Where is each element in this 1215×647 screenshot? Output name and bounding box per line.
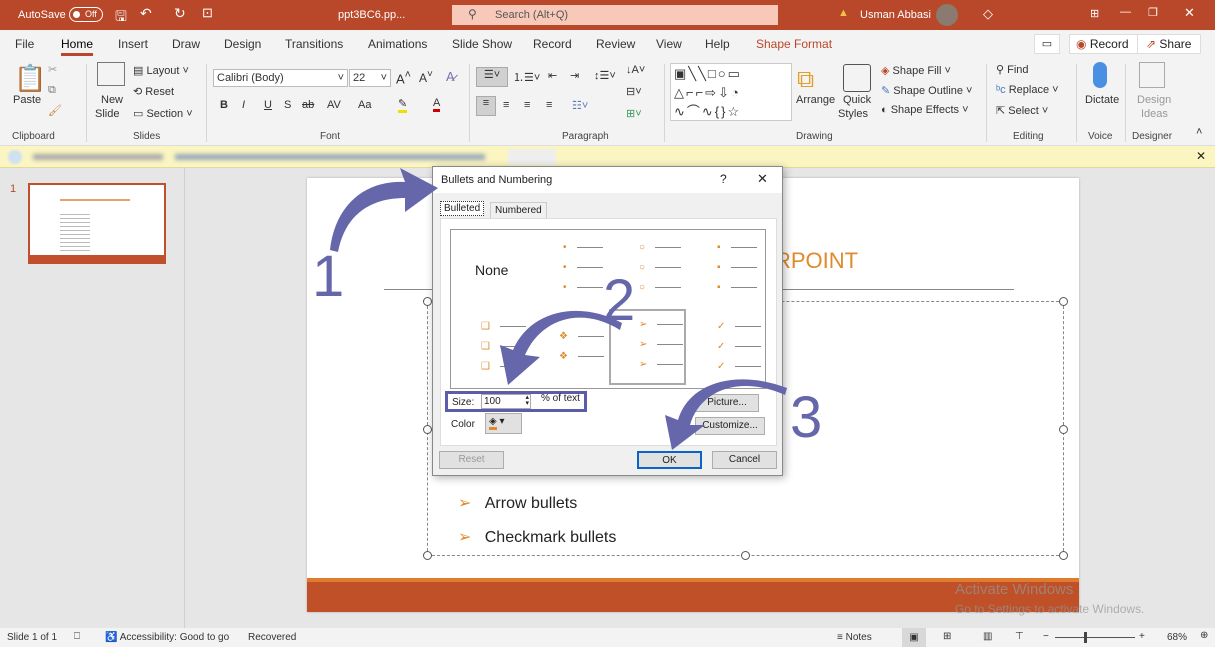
annotation-number-1: 1 (312, 244, 344, 309)
fit-to-window-icon[interactable]: ⊕ (1200, 630, 1208, 641)
annotation-arrow-3 (665, 379, 787, 450)
accessibility-button[interactable]: ♿ Accessibility: Good to go (105, 632, 229, 643)
normal-view-icon[interactable]: ▣ (902, 628, 926, 647)
zoom-in-button[interactable]: + (1139, 631, 1145, 642)
zoom-out-button[interactable]: − (1043, 631, 1049, 642)
slide-counter: Slide 1 of 1 (7, 632, 58, 643)
annotation-number-3: 3 (790, 385, 822, 450)
spelling-icon[interactable]: ⎕ (74, 631, 80, 642)
notes-label: Notes (845, 632, 872, 643)
recovered-label: Recovered (248, 632, 297, 643)
annotation-number-2: 2 (603, 268, 635, 333)
slide-sorter-icon[interactable]: ⊞ (943, 631, 951, 642)
zoom-slider[interactable] (1055, 637, 1135, 638)
accessibility-label: Accessibility: Good to go (119, 632, 230, 643)
zoom-slider-thumb[interactable] (1084, 632, 1087, 643)
annotation-overlay: 1 2 3 (312, 168, 822, 450)
annotation-arrow-1 (330, 168, 438, 252)
status-bar: Slide 1 of 1 ⎕ ♿ Accessibility: Good to … (0, 628, 1215, 647)
slideshow-view-icon[interactable]: ⊤ (1015, 631, 1024, 642)
notes-button[interactable]: ≡ Notes (837, 632, 872, 643)
zoom-level[interactable]: 68% (1167, 632, 1187, 643)
reading-view-icon[interactable]: ▥ (983, 631, 992, 642)
